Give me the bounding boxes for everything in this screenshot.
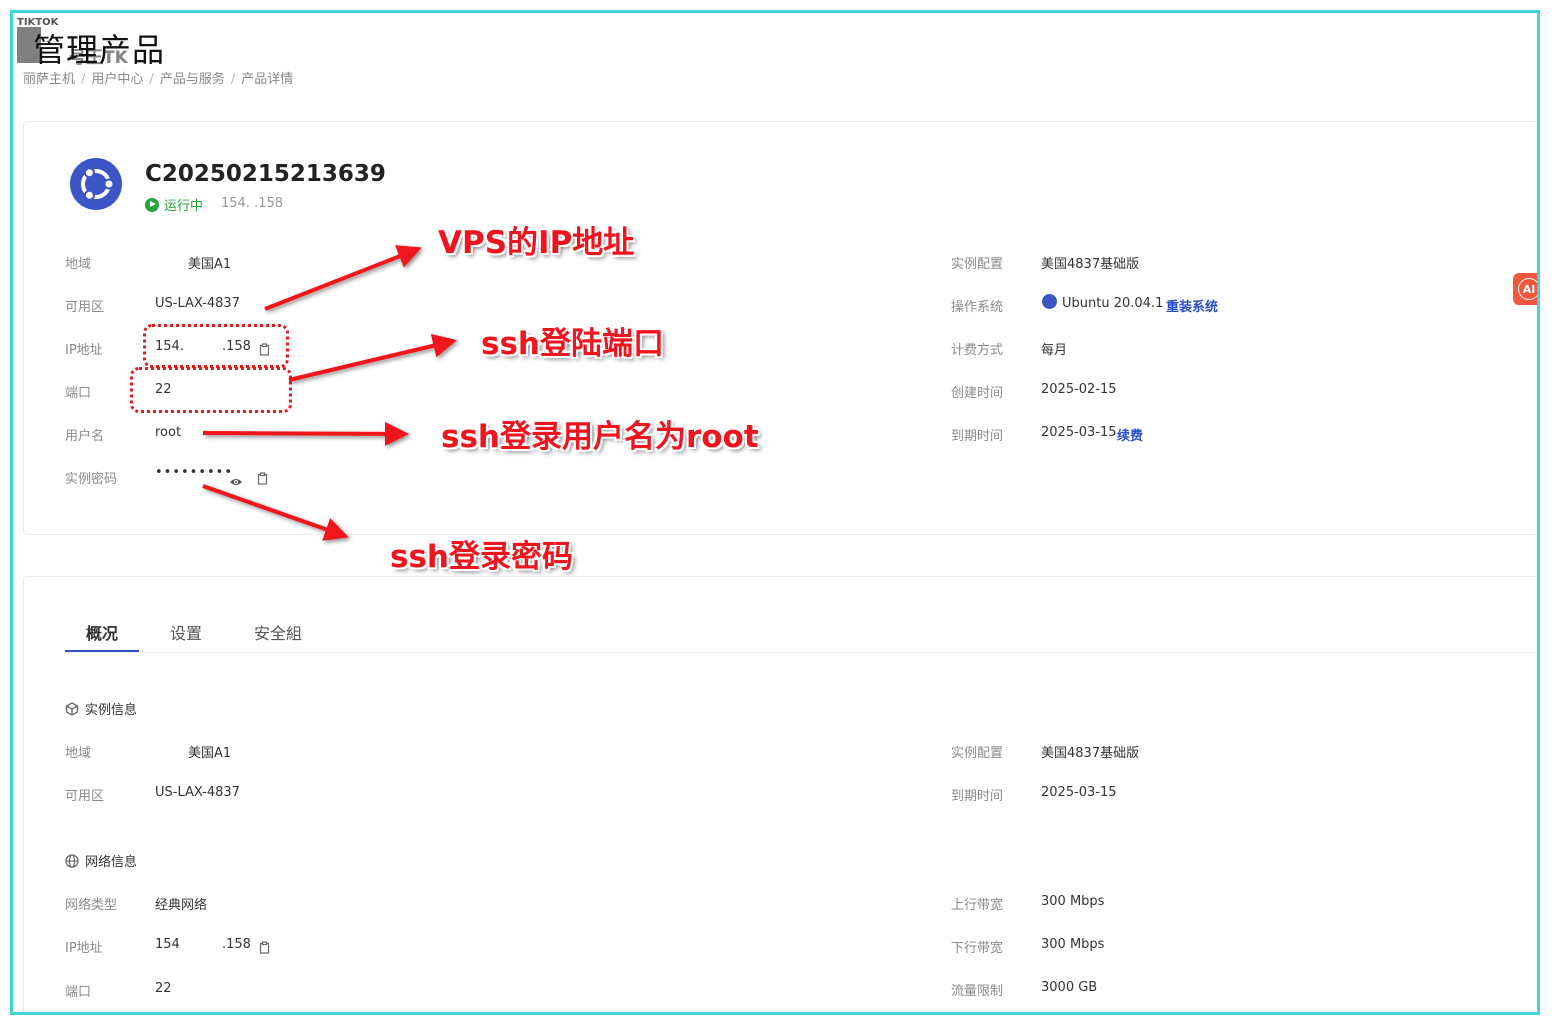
port-arrow	[288, 333, 457, 382]
instance-info-label: 实例信息	[85, 703, 138, 718]
tab-settings[interactable]: 设置	[170, 620, 202, 644]
download-bandwidth-value: 300 Mbps	[1041, 937, 1105, 952]
overview-zone-value: US-LAX-4837	[155, 785, 240, 800]
annotation-username: ssh登录用户名为root	[441, 419, 759, 455]
upload-bandwidth-value: 300 Mbps	[1041, 894, 1105, 909]
tab-security-group[interactable]: 安全組	[254, 620, 302, 644]
network-ip-value-tail: .158	[222, 937, 251, 952]
overview-config-value: 美国4837基础版	[1041, 746, 1140, 761]
active-tab-indicator	[65, 650, 139, 652]
overview-expire-label: 到期时间	[951, 789, 1004, 804]
download-bandwidth-label: 下行带宽	[951, 941, 1004, 956]
network-type-value: 经典网络	[155, 898, 208, 913]
traffic-limit-label: 流量限制	[951, 984, 1004, 999]
annotation-ip: VPS的IP地址	[438, 225, 635, 261]
upload-bandwidth-label: 上行带宽	[951, 898, 1004, 913]
overview-expire-value: 2025-03-15	[1041, 785, 1117, 800]
copy-icon[interactable]	[259, 939, 271, 954]
network-ip-value: 154	[155, 937, 180, 952]
cube-icon	[65, 701, 79, 716]
tab-overview[interactable]: 概况	[86, 620, 118, 644]
ip-arrow	[264, 245, 422, 311]
network-port-value: 22	[155, 981, 172, 996]
network-info-label: 网络信息	[85, 855, 138, 870]
network-port-label: 端口	[65, 985, 92, 1000]
overview-region-label: 地域	[65, 746, 92, 761]
overview-config-label: 实例配置	[951, 746, 1004, 761]
network-ip-label: IP地址	[65, 941, 103, 956]
annotation-password: ssh登录密码	[390, 539, 573, 575]
network-info-title: 网络信息	[65, 851, 137, 870]
overview-region-value: 美国A1	[188, 746, 232, 761]
annotation-port: ssh登陆端口	[481, 326, 664, 362]
instance-info-title: 实例信息	[65, 699, 137, 718]
network-type-label: 网络类型	[65, 898, 118, 913]
page-frame: TIKTOK 号王TK 管理产品 丽萨主机 / 用户中心 / 产品与服务 / 产品详情 C2…	[10, 10, 1540, 1015]
globe-icon	[65, 853, 79, 868]
username-arrow	[202, 421, 409, 446]
password-arrow	[202, 484, 349, 541]
traffic-limit-value: 3000 GB	[1041, 980, 1098, 995]
tab-divider	[65, 652, 1537, 653]
overview-zone-label: 可用区	[65, 789, 105, 804]
